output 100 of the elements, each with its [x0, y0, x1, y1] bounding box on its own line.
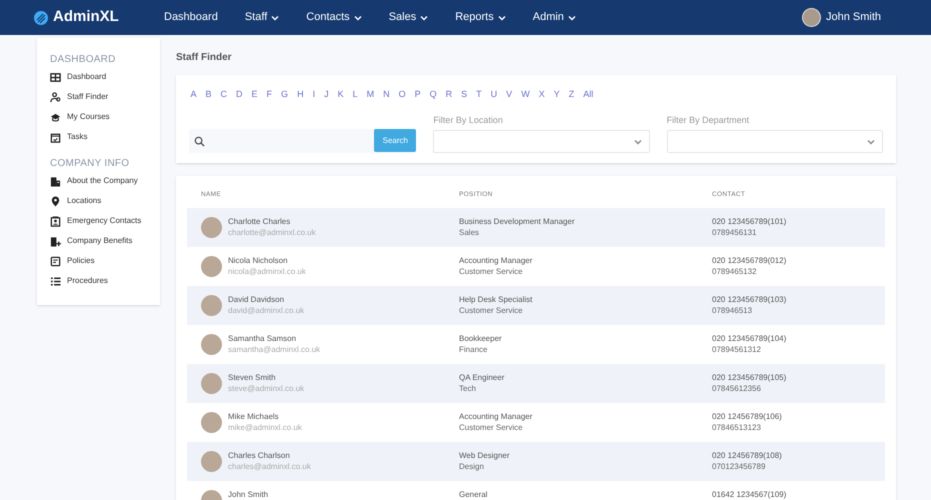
staff-row[interactable]: Charlotte Charles charlotte@adminxl.co.uk Business Development Manager Sales 020 123456789(101) 0789456131	[187, 208, 885, 247]
alphabet-filter-link[interactable]: U	[489, 88, 499, 102]
secondary-text: Customer Service	[459, 306, 524, 315]
alphabet-filter-link[interactable]: O	[397, 88, 408, 102]
building-icon	[50, 176, 61, 186]
staff-row[interactable]: Charles Charlson charles@adminxl.co.uk Web Designer Design 020 12456789(108) 070123456789	[187, 442, 885, 481]
sidebar-item[interactable]: Locations	[50, 191, 156, 211]
secondary-text: 07894561312	[712, 345, 762, 354]
document-icon	[50, 256, 61, 266]
secondary-text: samantha@adminxl.co.uk	[228, 345, 320, 354]
avatar	[201, 412, 222, 433]
filter-dropdown[interactable]	[666, 130, 883, 153]
alphabet-filter-link[interactable]: K	[336, 88, 346, 102]
alphabet-filter-link[interactable]: Q	[428, 88, 438, 102]
building-plus-icon	[50, 236, 61, 246]
brand-logo[interactable]: AdminXL	[34, 6, 164, 29]
sidebar-item[interactable]: Tasks	[50, 127, 156, 147]
primary-text: QA Engineer	[459, 373, 506, 382]
secondary-text: Customer Service	[459, 267, 524, 276]
sidebar-heading: COMPANY INFO	[50, 157, 130, 171]
alphabet-filter-link[interactable]: C	[219, 88, 229, 102]
contact-card-icon	[50, 216, 61, 226]
sidebar-heading: DASHBOARD	[50, 53, 117, 67]
alphabet-filter-link[interactable]: Y	[552, 88, 562, 102]
sidebar-item[interactable]: Dashboard	[50, 67, 156, 87]
secondary-text: 078946513	[712, 306, 754, 315]
primary-text: Accounting Manager	[459, 412, 534, 421]
secondary-text: 07845612356	[712, 384, 762, 393]
sidebar-item[interactable]: My Courses	[50, 107, 156, 127]
alphabet-filter-link[interactable]: R	[444, 88, 454, 102]
avatar	[201, 256, 222, 277]
filter-label: Filter By Department	[666, 114, 750, 127]
alphabet-filter-link[interactable]: T	[474, 88, 484, 102]
secondary-text: Tech	[459, 384, 477, 393]
staff-row[interactable]: Steven Smith steve@adminxl.co.uk QA Engineer Tech 020 123456789(105) 07845612356	[187, 364, 885, 403]
user-name[interactable]: John Smith	[826, 9, 881, 26]
alphabet-filter-link[interactable]: G	[280, 88, 290, 102]
secondary-text: Finance	[459, 345, 488, 354]
secondary-text: charles@adminxl.co.uk	[228, 462, 311, 471]
alphabet-filter-link[interactable]: W	[520, 88, 532, 102]
alphabet-filter-link[interactable]: S	[460, 88, 469, 102]
search-button[interactable]: Search	[374, 129, 416, 152]
sidebar-item[interactable]: Emergency Contacts	[50, 211, 156, 231]
sidebar-item[interactable]: Staff Finder	[50, 87, 156, 107]
user-avatar[interactable]	[802, 8, 821, 27]
people-search-icon	[50, 92, 61, 102]
nav-menu-item[interactable]: Contacts	[306, 9, 362, 26]
alphabet-filter-link[interactable]: X	[537, 88, 546, 102]
alphabet-filter-link[interactable]: D	[234, 88, 244, 102]
primary-text: David Davidson	[228, 295, 286, 304]
avatar	[201, 295, 222, 316]
primary-text: Nicola Nicholson	[228, 256, 289, 265]
primary-text: Web Designer	[459, 451, 511, 460]
list-icon	[50, 276, 61, 286]
primary-text: 01642 1234567(109)	[712, 490, 788, 499]
primary-text: Accounting Manager	[459, 256, 534, 265]
secondary-text: 0789465132	[712, 267, 758, 276]
primary-text: 020 12456789(108)	[712, 451, 783, 460]
alphabet-filter-link[interactable]: L	[351, 88, 360, 102]
primary-text: 020 123456789(012)	[712, 256, 788, 265]
alphabet-filter-link[interactable]: F	[265, 88, 274, 102]
alphabet-filter-link[interactable]: B	[204, 88, 214, 102]
nav-menu-item[interactable]: Sales	[388, 9, 428, 26]
primary-text: Mike Michaels	[228, 412, 280, 421]
sidebar-item[interactable]: Company Benefits	[50, 231, 156, 251]
alphabet-filter-link[interactable]: N	[382, 88, 392, 102]
alphabet-filter-link[interactable]: All	[582, 88, 595, 102]
alphabet-filter-link[interactable]: V	[504, 88, 514, 102]
filter-dropdown[interactable]	[433, 130, 650, 153]
primary-text: Help Desk Specialist	[459, 295, 534, 304]
primary-text: Charlotte Charles	[228, 217, 292, 226]
alphabet-filter-link[interactable]: M	[365, 88, 376, 102]
sidebar-item[interactable]: About the Company	[50, 171, 156, 191]
sidebar-item[interactable]: Procedures	[50, 271, 156, 291]
alphabet-filter-link[interactable]: A	[189, 88, 198, 102]
primary-text: John Smith	[228, 490, 268, 499]
primary-text: 020 12456789(106)	[712, 412, 783, 421]
nav-menu-item[interactable]: Staff	[244, 9, 280, 26]
nav-menu-item[interactable]: Reports	[455, 9, 506, 26]
staff-row[interactable]: David Davidson david@adminxl.co.uk Help Desk Specialist Customer Service 020 123456789(103) 078946513	[187, 286, 885, 325]
avatar	[201, 217, 222, 238]
alphabet-filter-link[interactable]: Z	[567, 88, 576, 102]
table-icon	[50, 72, 61, 82]
nav-menu-item[interactable]: Admin	[532, 9, 576, 26]
chevron-down-icon	[867, 138, 875, 144]
sidebar-item[interactable]: Policies	[50, 251, 156, 271]
search-icon	[194, 136, 205, 146]
alphabet-filter-link[interactable]: E	[250, 88, 260, 102]
alphabet-filter-link[interactable]: H	[296, 88, 306, 102]
primary-text: Business Development Manager	[459, 217, 576, 226]
secondary-text: charlotte@adminxl.co.uk	[228, 228, 316, 237]
primary-text: Samantha Samson	[228, 334, 298, 343]
graduation-cap-icon	[50, 112, 61, 122]
alphabet-filter-link[interactable]: J	[322, 88, 330, 102]
alphabet-filter-link[interactable]: I	[311, 88, 317, 102]
nav-menu-item[interactable]: Dashboard	[164, 9, 218, 26]
secondary-text: Customer Service	[459, 423, 524, 432]
avatar	[201, 373, 222, 394]
alphabet-filter-link[interactable]: P	[413, 88, 422, 102]
calendar-check-icon	[50, 132, 61, 142]
